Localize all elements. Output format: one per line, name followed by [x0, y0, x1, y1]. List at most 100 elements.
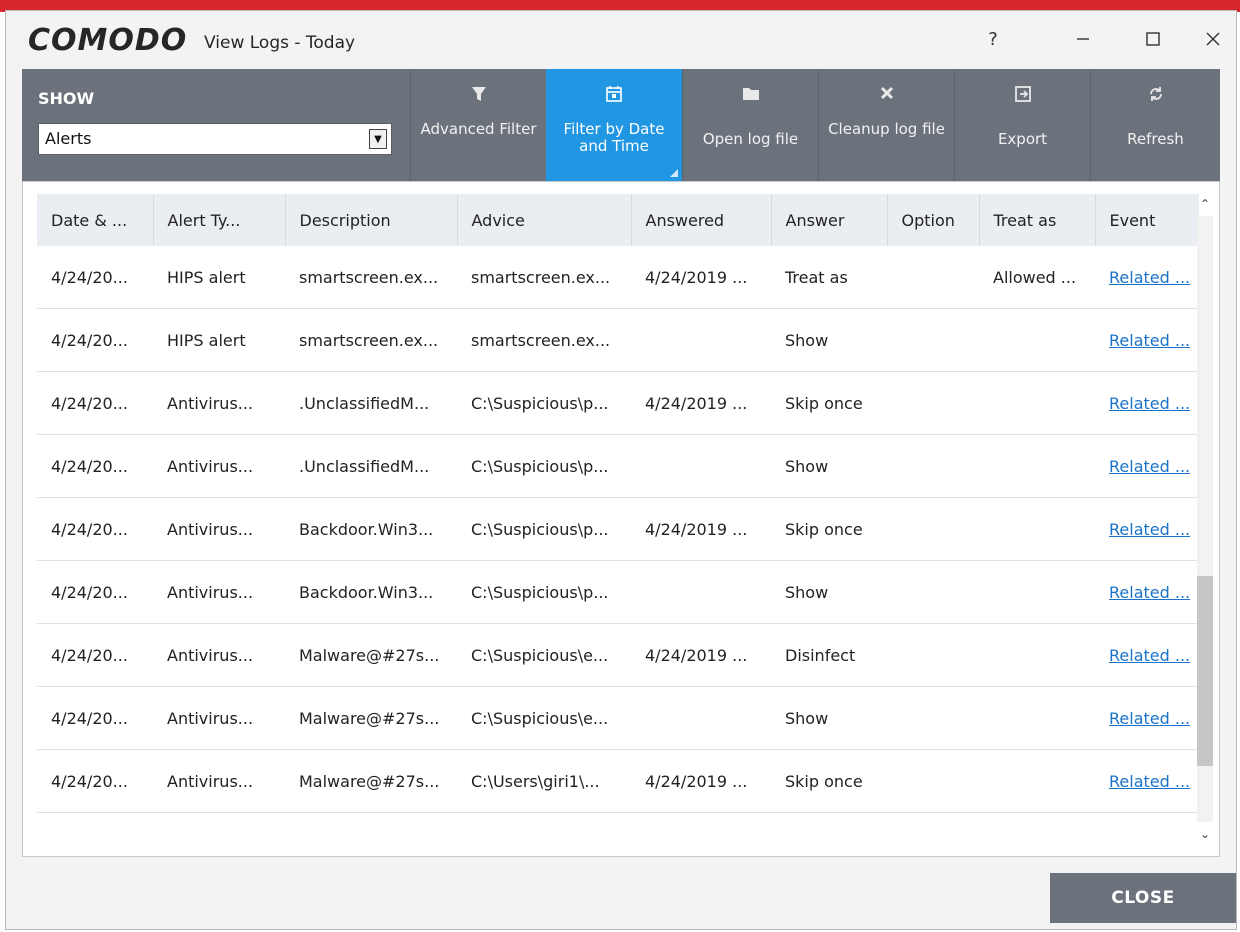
table-cell	[979, 686, 1095, 750]
related-event-link[interactable]: Related ...	[1095, 308, 1199, 372]
toolbar: SHOW Alerts ▼ Advanced Filter Filter by …	[22, 69, 1220, 181]
table-cell: 4/24/2019 ...	[631, 497, 771, 561]
cleanup-log-file-button[interactable]: Cleanup log file	[818, 69, 954, 181]
related-event-link[interactable]: Related ...	[1095, 434, 1199, 498]
related-event-link[interactable]: Related ...	[1095, 686, 1199, 750]
folder-icon	[742, 88, 759, 100]
column-header[interactable]: Alert Ty...	[153, 194, 286, 246]
table-cell: Antivirus...	[153, 749, 285, 813]
table-cell: Treat as	[771, 246, 887, 309]
help-button[interactable]: ?	[968, 19, 1018, 59]
table-cell	[979, 371, 1095, 435]
related-event-link[interactable]: Related ...	[1095, 623, 1199, 687]
table-cell: C:\Suspicious\p...	[457, 434, 631, 498]
table-cell	[979, 749, 1095, 813]
export-button[interactable]: Export	[954, 69, 1090, 181]
table-row[interactable]: 4/24/20... HIPS alert smartscreen.ex... sma…	[37, 308, 1199, 372]
related-event-link[interactable]: Related ...	[1095, 497, 1199, 561]
vertical-scrollbar[interactable]: ⌃ ⌄	[1195, 194, 1215, 844]
related-event-link[interactable]: Related ...	[1095, 749, 1199, 813]
refresh-button[interactable]: Refresh	[1090, 69, 1220, 181]
table-row[interactable]: 4/24/20... Antivirus... Backdoor.Win3... C:…	[37, 560, 1199, 624]
table-cell	[887, 308, 979, 372]
table-cell: Skip once	[771, 497, 887, 561]
table-cell	[979, 308, 1095, 372]
related-event-link[interactable]: Related ...	[1095, 560, 1199, 624]
related-event-link[interactable]: Related ...	[1095, 246, 1199, 309]
column-header[interactable]: Description	[285, 194, 458, 246]
table-cell: C:\Suspicious\e...	[457, 686, 631, 750]
table-cell: 4/24/20...	[37, 308, 153, 372]
table-cell: 4/24/2019 ...	[631, 371, 771, 435]
log-table-panel: Date & ... Alert Ty... Description Advic…	[22, 181, 1220, 857]
column-header[interactable]: Answer	[771, 194, 888, 246]
x-icon	[880, 86, 893, 100]
maximize-button[interactable]	[1128, 19, 1178, 59]
table-cell: Antivirus...	[153, 434, 285, 498]
title-bar: COMODO View Logs - Today ?	[6, 11, 1236, 69]
close-button[interactable]: CLOSE	[1050, 873, 1236, 923]
table-cell: HIPS alert	[153, 308, 285, 372]
related-event-link[interactable]: Related ...	[1095, 371, 1199, 435]
table-cell: Show	[771, 560, 887, 624]
table-cell: C:\Suspicious\p...	[457, 560, 631, 624]
refresh-label: Refresh	[1127, 130, 1184, 148]
column-header[interactable]: Date & ...	[37, 194, 154, 246]
table-row[interactable]: 4/24/20... Antivirus... .UnclassifiedM... C…	[37, 434, 1199, 498]
table-row[interactable]: 4/24/20... Antivirus... Malware@#27s... C:\…	[37, 749, 1199, 813]
table-cell	[887, 497, 979, 561]
table-cell: Show	[771, 686, 887, 750]
table-cell	[631, 308, 771, 372]
table-cell: .UnclassifiedM...	[285, 371, 457, 435]
table-cell: Backdoor.Win3...	[285, 497, 457, 561]
minimize-button[interactable]	[1058, 19, 1108, 59]
refresh-icon	[1149, 87, 1162, 101]
scroll-track[interactable]	[1197, 216, 1213, 822]
table-cell: C:\Suspicious\p...	[457, 371, 631, 435]
table-cell	[631, 434, 771, 498]
dropdown-arrow-icon[interactable]: ▼	[369, 129, 387, 149]
scroll-down-icon[interactable]: ⌄	[1195, 824, 1215, 844]
scroll-thumb[interactable]	[1197, 576, 1213, 766]
table-cell: smartscreen.ex...	[457, 246, 631, 309]
open-log-file-button[interactable]: Open log file	[682, 69, 818, 181]
column-header[interactable]: Advice	[457, 194, 632, 246]
cleanup-log-file-label: Cleanup log file	[828, 120, 945, 138]
table-cell: C:\Users\giri1\...	[457, 749, 631, 813]
advanced-filter-button[interactable]: Advanced Filter	[410, 69, 546, 181]
table-row[interactable]: 4/24/20... HIPS alert smartscreen.ex... sma…	[37, 246, 1199, 309]
table-cell: Allowed ...	[979, 246, 1095, 309]
comodo-logo: COMODO	[28, 23, 188, 58]
close-window-button[interactable]	[1188, 19, 1238, 59]
export-icon	[1014, 86, 1031, 102]
table-row[interactable]: 4/24/20... Antivirus... Malware@#27s... C:\…	[37, 686, 1199, 750]
table-cell	[979, 623, 1095, 687]
table-cell: Antivirus...	[153, 497, 285, 561]
table-row[interactable]: 4/24/20... Antivirus... Backdoor.Win3... C:…	[37, 497, 1199, 561]
table-cell: Antivirus...	[153, 560, 285, 624]
window-title: View Logs - Today	[204, 33, 356, 53]
table-cell: 4/24/20...	[37, 686, 153, 750]
table-cell: HIPS alert	[153, 246, 285, 309]
filter-by-date-button[interactable]: Filter by Date and Time	[546, 69, 682, 181]
table-body: 4/24/20... HIPS alert smartscreen.ex... sma…	[37, 246, 1199, 813]
table-cell: Disinfect	[771, 623, 887, 687]
table-cell	[887, 623, 979, 687]
show-dropdown-value: Alerts	[45, 129, 92, 148]
table-cell	[887, 434, 979, 498]
table-cell: 4/24/20...	[37, 497, 153, 561]
table-cell: C:\Suspicious\p...	[457, 497, 631, 561]
column-header[interactable]: Answered	[631, 194, 772, 246]
column-header[interactable]: Event	[1095, 194, 1199, 246]
column-header[interactable]: Treat as	[979, 194, 1096, 246]
column-header[interactable]: Option	[887, 194, 980, 246]
scroll-up-icon[interactable]: ⌃	[1195, 194, 1215, 214]
export-label: Export	[997, 130, 1048, 148]
table-cell: Antivirus...	[153, 623, 285, 687]
table-row[interactable]: 4/24/20... Antivirus... .UnclassifiedM... C…	[37, 371, 1199, 435]
maximize-icon	[1146, 32, 1160, 46]
table-row[interactable]: 4/24/20... Antivirus... Malware@#27s... C:\…	[37, 623, 1199, 687]
table-cell: 4/24/2019 ...	[631, 749, 771, 813]
show-dropdown[interactable]: Alerts ▼	[38, 123, 392, 155]
table-cell: Show	[771, 308, 887, 372]
